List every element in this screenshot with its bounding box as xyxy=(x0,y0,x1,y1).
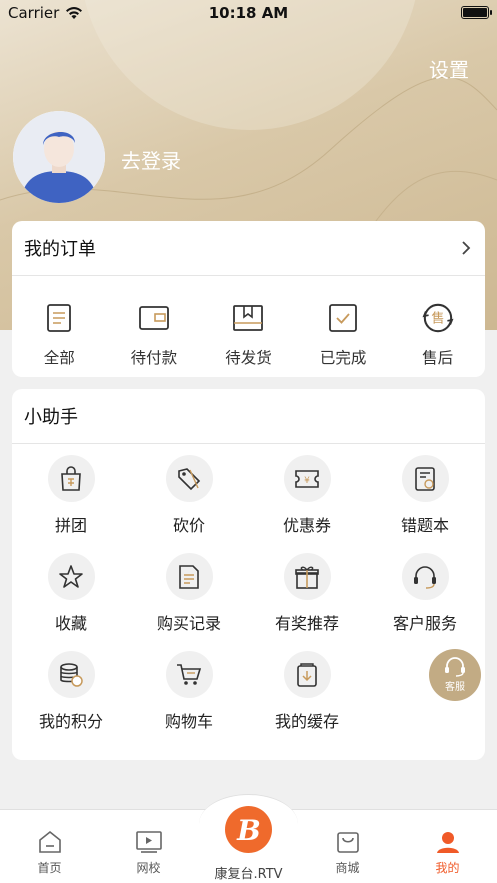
order-pending-shipment[interactable]: 待发货 xyxy=(201,276,296,376)
order-completed-label: 已完成 xyxy=(319,349,367,367)
wallet-icon xyxy=(138,302,170,334)
mistake-book-icon xyxy=(401,455,449,502)
tab-school-label: 网校 xyxy=(136,861,161,875)
order-all[interactable]: 全部 xyxy=(12,276,107,376)
helper-item-favorites[interactable]: 收藏 xyxy=(12,553,130,651)
svg-text:售: 售 xyxy=(431,311,444,327)
battery-icon xyxy=(461,6,492,19)
order-completed[interactable]: 已完成 xyxy=(296,276,391,376)
tab-mall[interactable]: 商城 xyxy=(298,810,397,876)
helper-label: 购买记录 xyxy=(156,614,221,633)
svg-text:¥: ¥ xyxy=(304,476,310,486)
helper-header: 小助手 xyxy=(12,389,485,444)
chevron-right-icon xyxy=(462,241,471,255)
kefu-label: 客服 xyxy=(445,682,465,693)
brand-logo-icon: B xyxy=(225,806,272,853)
helper-label: 收藏 xyxy=(54,614,87,633)
helper-label: 拼团 xyxy=(54,516,87,535)
after-sale-icon: 售 xyxy=(422,302,454,334)
helper-item-referral[interactable]: 有奖推荐 xyxy=(248,553,366,651)
tab-home[interactable]: 首页 xyxy=(0,810,99,876)
headset-icon xyxy=(401,553,449,600)
login-link[interactable]: 去登录 xyxy=(121,145,181,174)
tab-home-label: 首页 xyxy=(37,861,62,875)
helper-item-customer-service[interactable]: 客户服务 xyxy=(366,553,484,651)
document-icon xyxy=(43,302,75,334)
helper-label: 购物车 xyxy=(164,712,213,731)
check-box-icon xyxy=(327,302,359,334)
helper-label: 客户服务 xyxy=(392,614,457,633)
tab-mall-label: 商城 xyxy=(335,861,360,875)
helper-item-mistake-book[interactable]: 错题本 xyxy=(366,455,484,553)
cart-icon xyxy=(165,651,213,698)
status-bar: Carrier 10:18 AM xyxy=(0,0,497,26)
helper-label: 错题本 xyxy=(400,516,449,535)
star-icon xyxy=(47,553,95,600)
gift-icon xyxy=(283,553,331,600)
helper-item-purchase-record[interactable]: 购买记录 xyxy=(130,553,248,651)
helper-grid: 拼团 砍价 ¥ 优惠券 错题本 收藏 购买记录 有奖推荐 客户服务 我的积分 购… xyxy=(12,444,485,749)
status-time: 10:18 AM xyxy=(208,4,289,22)
shopping-bag-icon xyxy=(336,832,359,853)
floating-customer-service-button[interactable]: 客服 xyxy=(429,649,481,701)
tab-school[interactable]: 网校 xyxy=(99,810,198,876)
headset-icon xyxy=(445,657,465,677)
orders-title: 我的订单 xyxy=(24,239,96,260)
svg-text:B: B xyxy=(236,814,261,847)
settings-button[interactable]: 设置 xyxy=(429,54,469,83)
package-icon xyxy=(232,302,264,334)
helper-item-cache[interactable]: 我的缓存 xyxy=(248,651,366,749)
order-status-row: 全部 待付款 待发货 已完成 售 售后 xyxy=(12,276,485,376)
order-pending-payment[interactable]: 待付款 xyxy=(107,276,202,376)
tab-brand-label: 康复台.RTV xyxy=(214,867,283,882)
purchase-record-icon xyxy=(165,553,213,600)
bargain-tag-icon xyxy=(165,455,213,502)
helper-item-group-buy[interactable]: 拼团 xyxy=(12,455,130,553)
user-icon xyxy=(436,832,459,853)
orders-card: 我的订单 全部 待付款 待发货 已完成 售 售后 xyxy=(12,221,485,377)
helper-label: 砍价 xyxy=(172,516,205,535)
helper-label: 优惠券 xyxy=(282,516,331,535)
order-pending-payment-label: 待付款 xyxy=(130,349,178,367)
helper-item-bargain[interactable]: 砍价 xyxy=(130,455,248,553)
helper-item-cart[interactable]: 购物车 xyxy=(130,651,248,749)
helper-card: 小助手 拼团 砍价 ¥ 优惠券 错题本 收藏 购买记录 有奖推荐 客户服务 我的… xyxy=(12,389,485,760)
helper-label: 有奖推荐 xyxy=(274,614,339,633)
helper-item-points[interactable]: 我的积分 xyxy=(12,651,130,749)
home-icon xyxy=(38,830,61,853)
tab-brand[interactable]: B 康复台.RTV xyxy=(199,806,298,882)
order-after-sale[interactable]: 售 售后 xyxy=(390,276,485,376)
points-coins-icon xyxy=(47,651,95,698)
group-buy-bag-icon xyxy=(47,455,95,502)
avatar[interactable] xyxy=(13,111,105,203)
video-icon xyxy=(135,831,162,853)
download-cache-icon xyxy=(283,651,331,698)
order-after-sale-label: 售后 xyxy=(422,349,454,367)
tab-bar: 首页 网校 B 康复台.RTV 商城 我的 xyxy=(0,794,497,883)
helper-label: 我的缓存 xyxy=(274,712,339,731)
order-pending-shipment-label: 待发货 xyxy=(225,349,272,367)
order-all-label: 全部 xyxy=(43,349,75,367)
helper-item-coupon[interactable]: ¥ 优惠券 xyxy=(248,455,366,553)
coupon-icon: ¥ xyxy=(283,455,331,502)
tab-mine-label: 我的 xyxy=(435,861,460,875)
default-avatar-icon xyxy=(13,111,105,203)
helper-label: 我的积分 xyxy=(38,712,103,731)
helper-title: 小助手 xyxy=(24,407,78,428)
tab-mine[interactable]: 我的 xyxy=(398,810,497,876)
orders-header[interactable]: 我的订单 xyxy=(12,221,485,276)
